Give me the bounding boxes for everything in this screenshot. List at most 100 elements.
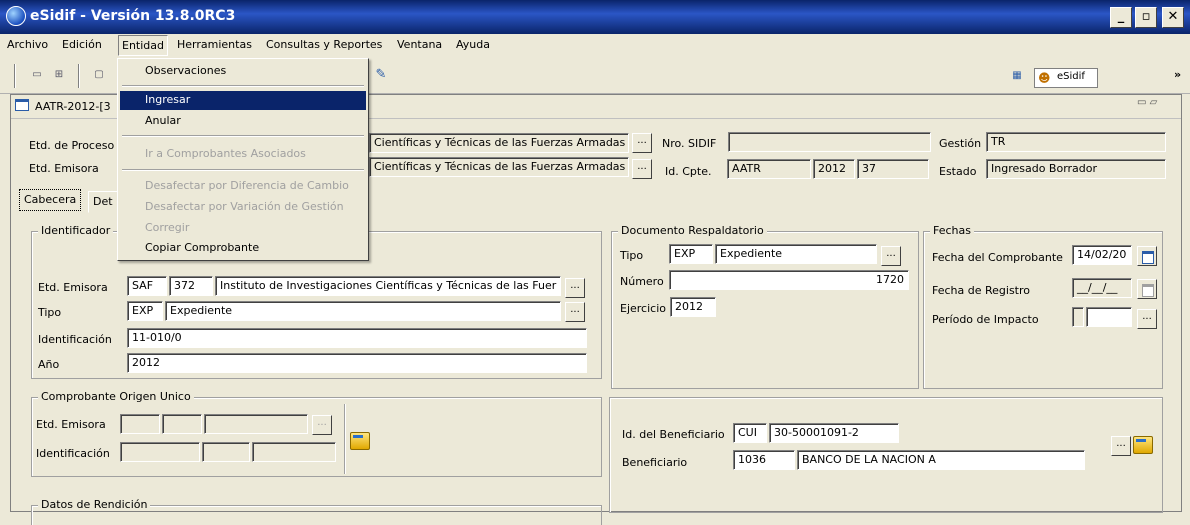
nro-sidif-field [728, 132, 931, 152]
periodo-impacto-flag-field [1072, 307, 1084, 327]
ident-identificacion-field[interactable]: 11-010/0 [127, 328, 587, 348]
window-titlebar[interactable]: eSidif - Versión 13.8.0RC3 _ ▫ ✕ [0, 0, 1190, 34]
document-title: AATR-2012-[3 [35, 100, 111, 113]
origen-etd-search-button: ... [312, 415, 332, 435]
menu-item-copiar[interactable]: Copiar Comprobante [120, 239, 366, 258]
tab-cabecera[interactable]: Cabecera [19, 189, 82, 211]
origen-etd-label: Etd. Emisora [36, 418, 106, 431]
etd-proceso-field: Científicas y Técnicas de las Fuerzas Ar… [369, 133, 629, 153]
id-cpte-anio-field: 2012 [813, 159, 855, 179]
etd-emisora-label: Etd. Emisora [29, 162, 99, 175]
ident-tipo-search-button[interactable]: ... [565, 302, 585, 322]
window-title: eSidif - Versión 13.8.0RC3 [30, 8, 236, 24]
periodo-impacto-search-button[interactable]: ... [1137, 309, 1157, 329]
resp-tipo-code-field[interactable]: EXP [669, 244, 713, 264]
fechas-title: Fechas [930, 224, 974, 237]
menu-item-ingresar[interactable]: Ingresar [120, 91, 366, 110]
calendar-icon[interactable] [1137, 246, 1157, 266]
ident-etd-saf-field[interactable]: SAF [127, 276, 167, 296]
origen-ident-field-3 [252, 442, 336, 462]
menu-edicion[interactable]: Edición [62, 38, 102, 51]
identificador-title: Identificador [38, 224, 114, 237]
toolbar-overflow-button[interactable]: » [1174, 68, 1181, 81]
check-document-icon[interactable]: ✎ [374, 68, 388, 82]
beneficiario-panel: Id. del Beneficiario CUI 30-50001091-2 B… [609, 397, 1163, 513]
beneficiario-label: Beneficiario [622, 456, 688, 469]
beneficiario-id-field[interactable]: 30-50001091-2 [769, 423, 899, 443]
fecha-comprobante-field[interactable]: 14/02/20 [1072, 245, 1132, 265]
menu-item-observaciones[interactable]: Observaciones [120, 62, 366, 81]
menu-archivo[interactable]: Archivo [7, 38, 48, 51]
estado-field: Ingresado Borrador [986, 159, 1166, 179]
app-globe-icon [6, 6, 26, 26]
gestion-field: TR [986, 132, 1166, 152]
ident-tipo-label: Tipo [38, 306, 62, 319]
gestion-label: Gestión [939, 137, 982, 150]
calendar-disabled-icon [1137, 279, 1157, 299]
fecha-registro-label: Fecha de Registro [932, 284, 1031, 297]
menu-herramientas[interactable]: Herramientas [177, 38, 252, 51]
ident-anio-label: Año [38, 358, 60, 371]
ident-tipo-code-field[interactable]: EXP [127, 301, 163, 321]
menu-item-desafectar-cambio: Desafectar por Diferencia de Cambio [145, 179, 349, 192]
etd-emisora-search-button[interactable]: ... [632, 159, 652, 179]
beneficiario-id-label: Id. del Beneficiario [622, 428, 725, 441]
rendicion-group: Datos de Rendición [31, 498, 602, 525]
document-restore-icon[interactable]: ▭ ▱ [1137, 97, 1157, 108]
periodo-impacto-label: Período de Impacto [932, 313, 1039, 326]
id-cpte-num-field: 37 [857, 159, 929, 179]
ident-etd-num-field[interactable]: 372 [169, 276, 213, 296]
origen-divider [344, 404, 346, 474]
document-icon[interactable]: ▢ [92, 68, 106, 82]
esidif-button[interactable]: ☻ eSidif [1034, 68, 1098, 88]
ident-etd-name-field[interactable]: Instituto de Investigaciones Científicas… [215, 276, 561, 296]
respaldatorio-title: Documento Respaldatorio [618, 224, 767, 237]
folder-icon[interactable] [350, 432, 370, 450]
menu-consultas[interactable]: Consultas y Reportes [266, 38, 382, 51]
origen-etd-field-1 [120, 414, 160, 434]
maximize-button[interactable]: ▫ [1135, 7, 1157, 28]
users-icon: ☻ [1038, 71, 1051, 85]
resp-ejercicio-field[interactable]: 2012 [670, 297, 716, 317]
rendicion-title: Datos de Rendición [38, 498, 151, 511]
beneficiario-search-button[interactable]: ... [1111, 436, 1131, 456]
ident-etd-label: Etd. Emisora [38, 281, 108, 294]
estado-label: Estado [939, 165, 977, 178]
beneficiario-name-field[interactable]: BANCO DE LA NACION A [797, 450, 1085, 470]
beneficiario-id-tipo-field[interactable]: CUI [733, 423, 767, 443]
menu-ventana[interactable]: Ventana [397, 38, 442, 51]
periodo-impacto-field[interactable] [1086, 307, 1132, 327]
panel-icon[interactable]: ▦ [1010, 69, 1024, 83]
etd-proceso-search-button[interactable]: ... [632, 133, 652, 153]
esidif-label: eSidif [1057, 71, 1085, 82]
nro-sidif-label: Nro. SIDIF [662, 137, 717, 150]
toolbar-separator [78, 64, 80, 88]
fecha-registro-field: __/__/__ [1072, 278, 1132, 298]
beneficiario-folder-icon[interactable] [1133, 436, 1153, 454]
resp-tipo-desc-field[interactable]: Expediente [715, 244, 877, 264]
resp-tipo-label: Tipo [620, 249, 644, 262]
id-cpte-label: Id. Cpte. [665, 165, 712, 178]
etd-emisora-field: Científicas y Técnicas de las Fuerzas Ar… [369, 157, 629, 177]
tab-detalle[interactable]: Det [88, 191, 118, 213]
origen-group: Comprobante Origen Unico Etd. Emisora ..… [31, 390, 602, 477]
menu-entidad[interactable]: Entidad [118, 35, 168, 56]
beneficiario-code-field[interactable]: 1036 [733, 450, 795, 470]
tree-icon[interactable]: ⊞ [52, 68, 66, 82]
dropdown-separator [122, 135, 364, 137]
ident-tipo-desc-field[interactable]: Expediente [165, 301, 561, 321]
window-icon[interactable]: ▭ [30, 68, 44, 82]
etd-proceso-label: Etd. de Proceso [29, 139, 115, 152]
ident-etd-search-button[interactable]: ... [565, 278, 585, 298]
menu-ayuda[interactable]: Ayuda [456, 38, 490, 51]
close-button[interactable]: ✕ [1162, 7, 1184, 28]
resp-numero-field[interactable]: 1720 [669, 270, 909, 290]
origen-ident-field-2 [202, 442, 250, 462]
origen-ident-field-1 [120, 442, 200, 462]
minimize-button[interactable]: _ [1110, 7, 1132, 28]
document-window-icon [15, 99, 29, 111]
resp-tipo-search-button[interactable]: ... [881, 246, 901, 266]
ident-anio-field[interactable]: 2012 [127, 353, 587, 373]
fecha-comprobante-label: Fecha del Comprobante [932, 251, 1063, 264]
menu-item-anular[interactable]: Anular [120, 112, 366, 131]
